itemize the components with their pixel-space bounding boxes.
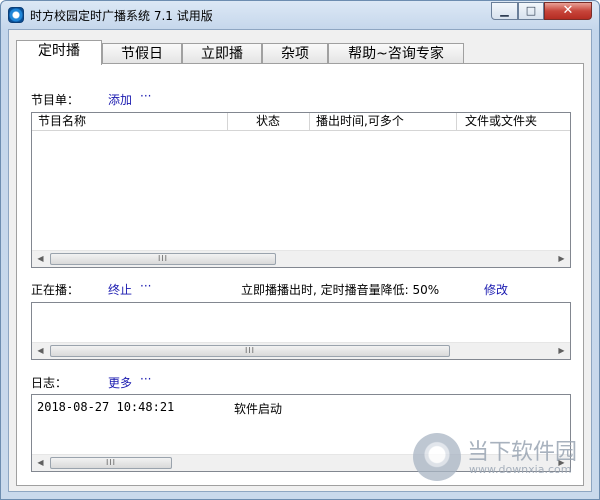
column-time[interactable]: 播出时间,可多个 xyxy=(310,113,457,130)
tab-scheduled[interactable]: 定时播 xyxy=(16,40,102,65)
tab-help[interactable]: 帮助~咨询专家 xyxy=(328,43,464,64)
tab-holidays[interactable]: 节假日 xyxy=(102,43,182,64)
scroll-thumb[interactable]: III xyxy=(50,345,450,357)
column-name[interactable]: 节目名称 xyxy=(32,113,228,130)
scroll-thumb[interactable]: III xyxy=(50,457,172,469)
log-more-button[interactable]: ··· xyxy=(140,372,151,386)
volume-note: 立即播播出时, 定时播音量降低: 50% xyxy=(241,283,440,297)
program-label: 节目单： xyxy=(31,93,80,107)
scroll-right-arrow-icon[interactable]: ▶ xyxy=(553,343,570,359)
watermark-logo-icon xyxy=(413,433,461,481)
log-entry-time: 2018-08-27 10:48:21 xyxy=(37,400,175,414)
playing-label: 正在播： xyxy=(31,283,80,297)
minimize-button[interactable]: ▁ xyxy=(491,2,518,20)
playing-list[interactable]: ◀ III ▶ xyxy=(31,302,571,360)
tab-instant[interactable]: 立即播 xyxy=(182,43,262,64)
playing-list-hscrollbar[interactable]: ◀ III ▶ xyxy=(32,342,570,359)
column-status[interactable]: 状态 xyxy=(228,113,310,130)
more-link[interactable]: 更多 xyxy=(108,374,132,391)
scroll-left-arrow-icon[interactable]: ◀ xyxy=(32,251,49,267)
modify-link[interactable]: 修改 xyxy=(484,281,508,298)
log-entry-message: 软件启动 xyxy=(234,402,283,416)
maximize-button[interactable]: □ xyxy=(518,2,544,20)
program-list[interactable]: 节目名称 状态 播出时间,可多个 文件或文件夹 ◀ III ▶ xyxy=(31,112,571,268)
stop-link[interactable]: 终止 xyxy=(108,281,132,298)
window-title: 时方校园定时广播系统 7.1 试用版 xyxy=(30,9,213,23)
add-link[interactable]: 添加 xyxy=(108,91,132,108)
close-button[interactable]: ✕ xyxy=(544,2,592,20)
tab-misc[interactable]: 杂项 xyxy=(262,43,328,64)
app-window: 时方校园定时广播系统 7.1 试用版 ▁ □ ✕ 定时播 节假日 立即播 杂项 … xyxy=(0,0,600,500)
watermark: 当下软件园 www.downxia.com xyxy=(413,433,583,485)
stop-more-button[interactable]: ··· xyxy=(140,279,151,293)
program-list-hscrollbar[interactable]: ◀ III ▶ xyxy=(32,250,570,267)
add-more-button[interactable]: ··· xyxy=(140,89,151,103)
client-area: 定时播 节假日 立即播 杂项 帮助~咨询专家 节目单： 添加 ··· 节目名称 … xyxy=(8,29,592,492)
scroll-thumb[interactable]: III xyxy=(50,253,276,265)
watermark-url: www.downxia.com xyxy=(469,463,572,476)
column-file[interactable]: 文件或文件夹 xyxy=(457,113,572,130)
scroll-left-arrow-icon[interactable]: ◀ xyxy=(32,455,49,471)
title-bar[interactable]: 时方校园定时广播系统 7.1 试用版 ▁ □ ✕ xyxy=(1,1,599,29)
log-label: 日志： xyxy=(31,376,68,390)
program-list-header: 节目名称 状态 播出时间,可多个 文件或文件夹 xyxy=(32,113,570,131)
watermark-text: 当下软件园 xyxy=(467,440,578,465)
app-icon xyxy=(8,7,24,23)
scroll-right-arrow-icon[interactable]: ▶ xyxy=(553,251,570,267)
scroll-left-arrow-icon[interactable]: ◀ xyxy=(32,343,49,359)
